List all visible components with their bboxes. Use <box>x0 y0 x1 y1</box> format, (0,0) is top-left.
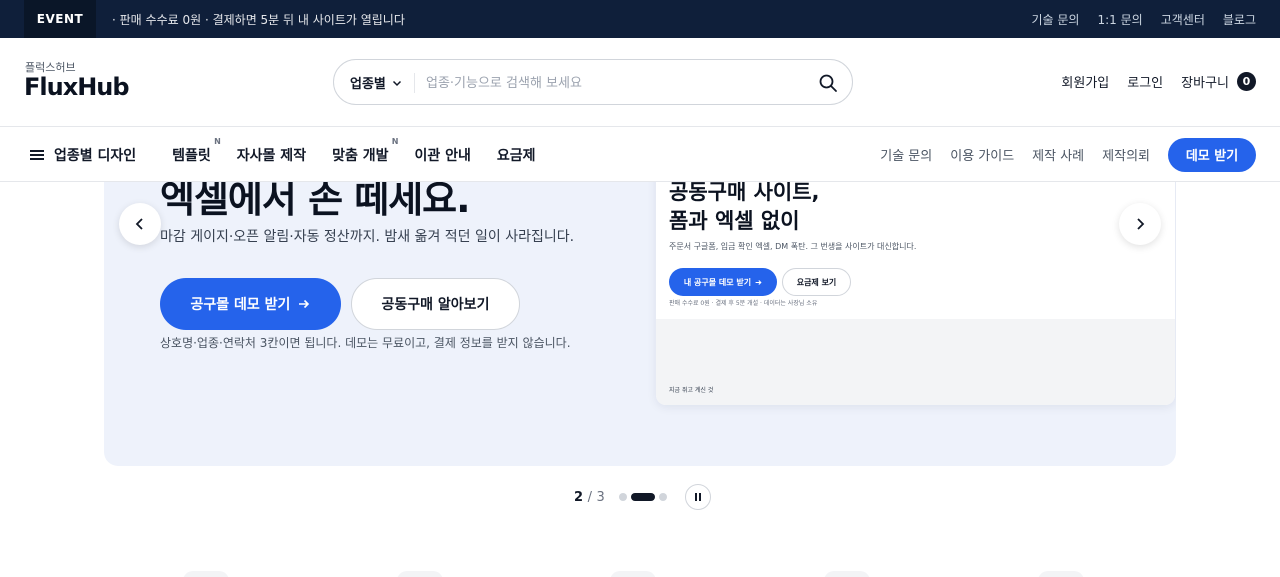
event-tag[interactable]: EVENT <box>24 0 96 38</box>
search-input[interactable] <box>426 68 806 98</box>
nav-item-templates[interactable]: 템플릿 N <box>172 137 221 165</box>
slide-dot-3[interactable] <box>658 493 667 501</box>
nav-link-cases[interactable]: 제작 사례 <box>1032 145 1084 164</box>
preview-card-title-line1: 공동구매 사이트, <box>669 180 820 204</box>
arrow-right-icon <box>755 279 762 285</box>
nav-left: 업종별 디자인 템플릿 N 자사몰 제작 맞춤 개발 N 이관 안내 요금제 <box>30 127 562 182</box>
top-links: 기술 문의 1:1 문의 고객센터 블로그 <box>1032 11 1257 28</box>
cart-count-badge: 0 <box>1237 72 1256 91</box>
get-demo-button-label: 공구몰 데모 받기 <box>190 297 291 313</box>
preview-card-title-line2: 폼과 엑셀 없이 <box>669 209 800 233</box>
prev-slide-button[interactable] <box>119 203 161 245</box>
industry-design-menu[interactable]: 업종별 디자인 <box>30 145 136 165</box>
top-link-customer-center[interactable]: 고객센터 <box>1161 11 1205 28</box>
nav-demo-button[interactable]: 데모 받기 <box>1168 137 1256 172</box>
preview-card-bottom: 지금 쥐고 계신 것 <box>656 319 1175 405</box>
top-link-one-to-one[interactable]: 1:1 문의 <box>1097 11 1142 28</box>
nav-right: 기술 문의 이용 가이드 제작 사례 제작의뢰 데모 받기 <box>880 127 1256 182</box>
cart-label: 장바구니 <box>1181 76 1229 91</box>
search-divider <box>414 73 415 93</box>
chevron-left-icon <box>135 218 143 230</box>
nav-item-custom-dev[interactable]: 맞춤 개발 N <box>332 137 398 165</box>
slide-separator: / <box>587 489 592 505</box>
nav-item-label: 자사몰 제작 <box>236 147 307 164</box>
category-tile <box>183 571 229 577</box>
logo[interactable]: FluxHub <box>24 73 130 101</box>
nav-item-label: 템플릿 <box>172 147 211 164</box>
chevron-right-icon <box>1137 218 1145 230</box>
nav-item-migration[interactable]: 이관 안내 <box>414 145 470 165</box>
nav-item-label: 맞춤 개발 <box>332 147 389 164</box>
nav-link-guide[interactable]: 이용 가이드 <box>950 145 1014 164</box>
preview-card-title: 공동구매 사이트, 폼과 엑셀 없이 <box>669 178 820 236</box>
preview-card-bottom-text: 지금 쥐고 계신 것 <box>669 387 714 394</box>
nav-item-label: 이관 안내 <box>414 147 471 164</box>
hero-description: 마감 게이지·오픈 알림·자동 정산까지. 밤새 옮겨 적던 일이 사라집니다. <box>160 229 575 245</box>
search-bar: 업종별 <box>333 59 853 105</box>
slide-dot-1[interactable] <box>618 493 627 501</box>
category-tile <box>397 571 443 577</box>
industry-design-label: 업종별 디자인 <box>54 147 137 164</box>
preview-demo-button-label: 내 공구몰 데모 받기 <box>683 277 752 287</box>
slide-counter: 2 / 3 <box>574 490 605 505</box>
nav-item-pricing[interactable]: 요금제 <box>497 145 536 165</box>
new-badge: N <box>391 136 399 146</box>
slide-pager: 2 / 3 <box>574 484 711 510</box>
slide-current: 2 <box>574 489 584 505</box>
category-tile <box>610 571 656 577</box>
search-icon[interactable] <box>818 73 838 93</box>
category-tile <box>824 571 870 577</box>
get-demo-button[interactable]: 공구몰 데모 받기 <box>160 278 341 330</box>
preview-card-description: 주문서 구글폼, 입금 확인 엑셀, DM 폭탄. 그 번생을 사이트가 대신합… <box>669 242 917 251</box>
search-category-select[interactable]: 업종별 <box>350 73 402 92</box>
nav-link-tech-inquiry[interactable]: 기술 문의 <box>880 145 932 164</box>
preview-demo-button[interactable]: 내 공구몰 데모 받기 <box>669 268 777 296</box>
hamburger-icon <box>30 149 44 160</box>
slide-total: 3 <box>596 489 605 505</box>
event-bar: EVENT · 판매 수수료 0원 · 결제하면 5분 뒤 내 사이트가 열립니… <box>0 0 1280 38</box>
preview-card-note: 판매 수수료 0원 · 결제 후 5분 개설 · 데이터는 사장님 소유 <box>669 300 818 307</box>
signup-link[interactable]: 회원가입 <box>1061 72 1109 91</box>
pause-button[interactable] <box>684 484 711 510</box>
arrow-right-icon <box>299 299 310 309</box>
nav-item-own-mall[interactable]: 자사몰 제작 <box>237 145 306 165</box>
search-category-label: 업종별 <box>350 77 386 92</box>
hero-slide: 엑셀에서 손 떼세요. 마감 게이지·오픈 알림·자동 정산까지. 밤새 옮겨 … <box>104 140 1176 466</box>
login-link[interactable]: 로그인 <box>1127 72 1163 91</box>
nav-link-request[interactable]: 제작의뢰 <box>1102 145 1150 164</box>
event-text[interactable]: · 판매 수수료 0원 · 결제하면 5분 뒤 내 사이트가 열립니다 <box>112 11 405 28</box>
preview-pricing-button[interactable]: 요금제 보기 <box>782 268 851 296</box>
cart-link[interactable]: 장바구니 0 <box>1181 72 1256 91</box>
next-slide-button[interactable] <box>1119 203 1161 245</box>
category-tile <box>1038 571 1084 577</box>
main-nav: 업종별 디자인 템플릿 N 자사몰 제작 맞춤 개발 N 이관 안내 요금제 기술 … <box>0 127 1280 182</box>
hero-note: 상호명·업종·연락처 3칸이면 됩니다. 데모는 무료이고, 결제 정보를 받지… <box>160 336 571 350</box>
pause-icon <box>694 493 702 501</box>
new-badge: N <box>214 136 221 146</box>
nav-item-label: 요금제 <box>496 147 536 164</box>
top-link-tech-inquiry[interactable]: 기술 문의 <box>1032 11 1080 28</box>
site-header: 플럭스허브 FluxHub 업종별 회원가입 로그인 장바구니 0 <box>0 38 1280 127</box>
slide-dot-2[interactable] <box>630 493 655 501</box>
chevron-down-icon <box>392 80 401 86</box>
top-link-blog[interactable]: 블로그 <box>1223 11 1256 28</box>
header-actions: 회원가입 로그인 장바구니 0 <box>1061 72 1256 91</box>
learn-group-buy-button[interactable]: 공동구매 알아보기 <box>351 278 520 330</box>
